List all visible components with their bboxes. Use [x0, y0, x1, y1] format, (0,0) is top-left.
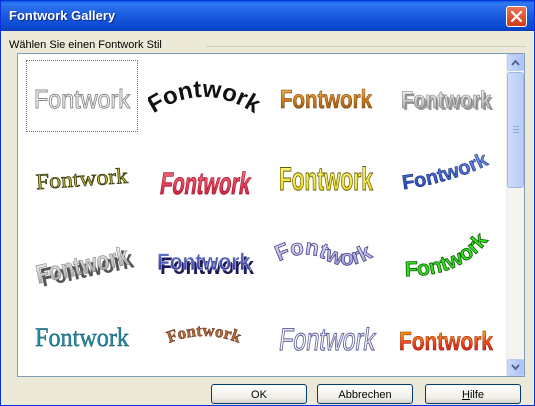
- fontwork-item-red-perspective[interactable]: Fontwork: [148, 140, 260, 212]
- style-group-label: Wählen Sie einen Fontwork Stil: [9, 39, 166, 51]
- close-button[interactable]: [506, 6, 527, 27]
- svg-text:Fontwork: Fontwork: [401, 148, 492, 194]
- close-icon: [511, 11, 522, 22]
- grip-line: [513, 132, 519, 133]
- help-button[interactable]: Hilfe: [425, 384, 521, 404]
- scroll-thumb[interactable]: [507, 72, 524, 188]
- fontwork-item-black-arc[interactable]: Fontwork: [148, 60, 260, 132]
- fontwork-item-text: Fontwork: [35, 323, 129, 352]
- scroll-down-button[interactable]: [507, 359, 524, 376]
- help-accelerator: H: [461, 389, 470, 401]
- ok-button[interactable]: OK: [211, 384, 307, 404]
- scroll-up-button[interactable]: [507, 54, 524, 71]
- fontwork-item-text: Fontwork: [148, 75, 260, 119]
- svg-text:Fontwork: Fontwork: [271, 234, 376, 271]
- cancel-button[interactable]: Abbrechen: [317, 384, 413, 404]
- fontwork-item-olive-slant[interactable]: Fontwork: [26, 140, 138, 212]
- group-divider: [206, 46, 526, 47]
- fontwork-item-text: Fontwork: [404, 228, 493, 281]
- help-label-rest: ilfe: [469, 389, 484, 401]
- fontwork-item-text: Fontwork: [399, 326, 493, 356]
- fontwork-item-red-yellow-gradient[interactable]: Fontwork: [390, 300, 502, 372]
- grip-line: [513, 129, 519, 130]
- fontwork-item-lavender-wave[interactable]: Fontwork: [270, 220, 382, 292]
- fontwork-item-green-arc[interactable]: Fontwork: [390, 220, 502, 292]
- fontwork-item-text: Fontwork: [35, 163, 129, 194]
- fontwork-gallery-dialog: Fontwork Gallery Wählen Sie einen Fontwo…: [0, 0, 535, 406]
- fontwork-item-text: Fontwork: [34, 84, 131, 114]
- window-title: Fontwork Gallery: [9, 8, 116, 23]
- chevron-down-icon: [511, 364, 520, 371]
- fontwork-item-blue-rising[interactable]: Fontwork: [390, 140, 502, 212]
- fontwork-item-teal-serif[interactable]: Fontwork: [26, 300, 138, 372]
- gallery-scrollbar[interactable]: [506, 54, 524, 376]
- fontwork-item-text: Fontwork: [157, 249, 252, 276]
- fontwork-item-text: Fontwork: [158, 167, 254, 201]
- fontwork-item-outline-gray[interactable]: Fontwork: [26, 60, 138, 132]
- fontwork-item-blue-purple-3d[interactable]: Fontwork Fontwork: [148, 220, 260, 292]
- grip-line: [513, 126, 519, 127]
- svg-text:Fontwork: Fontwork: [164, 321, 244, 347]
- fontwork-gallery: Fontwork Fontwork Fontwork Fontwork Font…: [17, 53, 525, 377]
- fontwork-item-text: Fontwork: [400, 148, 492, 194]
- svg-text:Fontwork: Fontwork: [405, 229, 493, 282]
- fontwork-item-brown-arch[interactable]: Fontwork: [148, 300, 260, 372]
- chevron-up-icon: [511, 59, 520, 66]
- fontwork-item-text: Fontwork: [271, 234, 377, 271]
- fontwork-item-gray-3d[interactable]: Fontwork Fontwork: [26, 220, 138, 292]
- svg-text:Fontwork: Fontwork: [148, 75, 260, 119]
- fontwork-item-text: Fontwork: [401, 87, 492, 114]
- fontwork-item-text: Fontwork: [279, 162, 373, 198]
- fontwork-item-yellow-bulge[interactable]: Fontwork: [270, 140, 382, 212]
- fontwork-item-outline-slant[interactable]: Fontwork: [270, 300, 382, 372]
- fontwork-item-text: Fontwork: [277, 322, 379, 357]
- fontwork-item-text: Fontwork: [164, 321, 245, 347]
- fontwork-item-orange-gradient[interactable]: Fontwork: [270, 60, 382, 132]
- fontwork-item-text: Fontwork: [280, 84, 372, 114]
- title-bar[interactable]: Fontwork Gallery: [1, 1, 534, 31]
- fontwork-item-gray-outline-bold[interactable]: Fontwork Fontwork: [390, 60, 502, 132]
